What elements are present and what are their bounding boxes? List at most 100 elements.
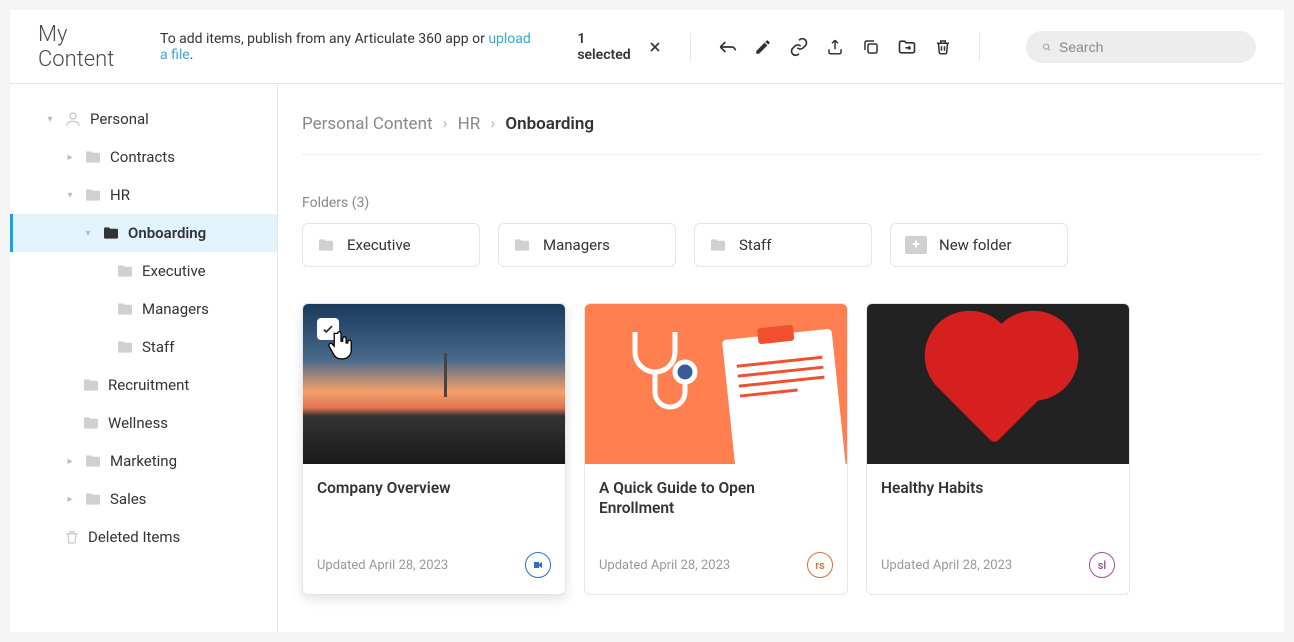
search-input[interactable] xyxy=(1059,39,1240,55)
caret-down-icon: ▾ xyxy=(64,190,76,201)
sidebar-item-wellness[interactable]: Wellness xyxy=(10,404,277,442)
subtitle-suffix: . xyxy=(190,47,194,63)
toolbar xyxy=(717,37,953,57)
link-button[interactable] xyxy=(789,37,809,57)
separator xyxy=(979,33,980,61)
sidebar: ▾ Personal ▸ Contracts ▾ HR ▾ Onboarding xyxy=(10,84,278,632)
stethoscope-icon xyxy=(605,322,705,422)
folder-icon xyxy=(84,188,102,202)
card-title: Company Overview xyxy=(317,478,551,498)
folder-icon xyxy=(317,238,335,252)
sidebar-item-marketing[interactable]: ▸ Marketing xyxy=(10,442,277,480)
sidebar-item-hr[interactable]: ▾ HR xyxy=(10,176,277,214)
move-button[interactable] xyxy=(897,37,917,57)
sidebar-item-label: Executive xyxy=(142,262,206,280)
sidebar-item-sales[interactable]: ▸ Sales xyxy=(10,480,277,518)
folder-icon xyxy=(116,264,134,278)
card-thumbnail xyxy=(585,304,847,464)
sidebar-item-label: HR xyxy=(110,186,130,204)
content-card-open-enrollment[interactable]: A Quick Guide to Open Enrollment Updated… xyxy=(584,303,848,595)
trash-icon xyxy=(64,528,80,546)
caret-right-icon: ▸ xyxy=(64,152,76,163)
sidebar-item-label: Marketing xyxy=(110,452,177,470)
folder-icon xyxy=(116,302,134,316)
folder-card-executive[interactable]: Executive xyxy=(302,223,480,267)
folder-name: Managers xyxy=(543,236,610,254)
breadcrumb-current: Onboarding xyxy=(505,114,594,134)
sidebar-item-deleted[interactable]: Deleted Items xyxy=(10,518,277,556)
copy-button[interactable] xyxy=(861,37,881,57)
caret-down-icon: ▾ xyxy=(82,228,94,239)
card-thumbnail xyxy=(867,304,1129,464)
new-folder-button[interactable]: + New folder xyxy=(890,223,1068,267)
sidebar-item-label: Deleted Items xyxy=(88,528,180,546)
folder-icon xyxy=(709,238,727,252)
card-date: Updated April 28, 2023 xyxy=(599,558,730,573)
breadcrumb-hr[interactable]: HR xyxy=(458,114,481,134)
share-button[interactable] xyxy=(717,37,737,57)
sidebar-item-staff[interactable]: Staff xyxy=(10,328,277,366)
cursor-hand-icon xyxy=(327,330,355,364)
share-icon xyxy=(717,37,737,57)
sidebar-item-recruitment[interactable]: Recruitment xyxy=(10,366,277,404)
card-date: Updated April 28, 2023 xyxy=(317,558,448,573)
pencil-icon xyxy=(754,38,772,56)
export-button[interactable] xyxy=(825,37,845,57)
selection-count: 1 selected xyxy=(577,31,637,63)
search-box[interactable] xyxy=(1026,31,1256,63)
edit-button[interactable] xyxy=(753,37,773,57)
sidebar-item-label: Sales xyxy=(110,490,146,508)
sidebar-root-label: Personal xyxy=(90,110,149,128)
chevron-right-icon: › xyxy=(443,114,448,134)
caret-down-icon: ▾ xyxy=(44,114,56,125)
sidebar-item-managers[interactable]: Managers xyxy=(10,290,277,328)
card-title: A Quick Guide to Open Enrollment xyxy=(599,478,833,518)
folder-icon xyxy=(102,226,120,240)
sidebar-item-label: Staff xyxy=(142,338,174,356)
rise-badge-icon: rs xyxy=(807,552,833,578)
folder-icon xyxy=(82,416,100,430)
folder-card-managers[interactable]: Managers xyxy=(498,223,676,267)
content-cards: Company Overview Updated April 28, 2023 xyxy=(302,303,1260,595)
content-card-company-overview[interactable]: Company Overview Updated April 28, 2023 xyxy=(302,303,566,595)
link-icon xyxy=(789,37,809,57)
clear-selection-button[interactable] xyxy=(646,37,665,57)
subtitle-prefix: To add items, publish from any Articulat… xyxy=(160,31,488,47)
folder-card-staff[interactable]: Staff xyxy=(694,223,872,267)
page-title: My Content xyxy=(38,22,142,72)
sidebar-item-label: Managers xyxy=(142,300,209,318)
folder-icon xyxy=(82,378,100,392)
folder-icon xyxy=(116,340,134,354)
folder-name: Executive xyxy=(347,236,411,254)
content-area: Personal Content › HR › Onboarding Folde… xyxy=(278,84,1284,632)
folder-name: Staff xyxy=(739,236,771,254)
caret-right-icon: ▸ xyxy=(64,494,76,505)
content-card-healthy-habits[interactable]: Healthy Habits Updated April 28, 2023 sl xyxy=(866,303,1130,595)
topbar: My Content To add items, publish from an… xyxy=(10,10,1284,84)
sidebar-item-onboarding[interactable]: ▾ Onboarding xyxy=(10,214,277,252)
sidebar-item-label: Wellness xyxy=(108,414,168,432)
breadcrumb: Personal Content › HR › Onboarding xyxy=(302,114,1260,155)
sidebar-item-label: Contracts xyxy=(110,148,175,166)
sidebar-root-personal[interactable]: ▾ Personal xyxy=(10,100,277,138)
move-to-folder-icon xyxy=(897,37,917,57)
folder-icon xyxy=(84,454,102,468)
search-icon xyxy=(1042,39,1051,55)
breadcrumb-personal[interactable]: Personal Content xyxy=(302,114,433,134)
sidebar-item-label: Recruitment xyxy=(108,376,189,394)
folder-icon xyxy=(84,150,102,164)
sidebar-item-contracts[interactable]: ▸ Contracts xyxy=(10,138,277,176)
delete-button[interactable] xyxy=(933,37,953,57)
separator xyxy=(690,33,691,61)
folders-section-label: Folders (3) xyxy=(302,195,1260,211)
plus-icon: + xyxy=(905,236,927,254)
folder-icon xyxy=(513,238,531,252)
close-icon xyxy=(647,39,663,55)
caret-right-icon: ▸ xyxy=(64,456,76,467)
trash-icon xyxy=(934,38,952,56)
sidebar-item-executive[interactable]: Executive xyxy=(10,252,277,290)
storyline-badge-icon: sl xyxy=(1089,552,1115,578)
selection-info: 1 selected xyxy=(577,31,664,63)
folder-row: Executive Managers Staff + New folder xyxy=(302,223,1260,267)
copy-icon xyxy=(862,38,880,56)
